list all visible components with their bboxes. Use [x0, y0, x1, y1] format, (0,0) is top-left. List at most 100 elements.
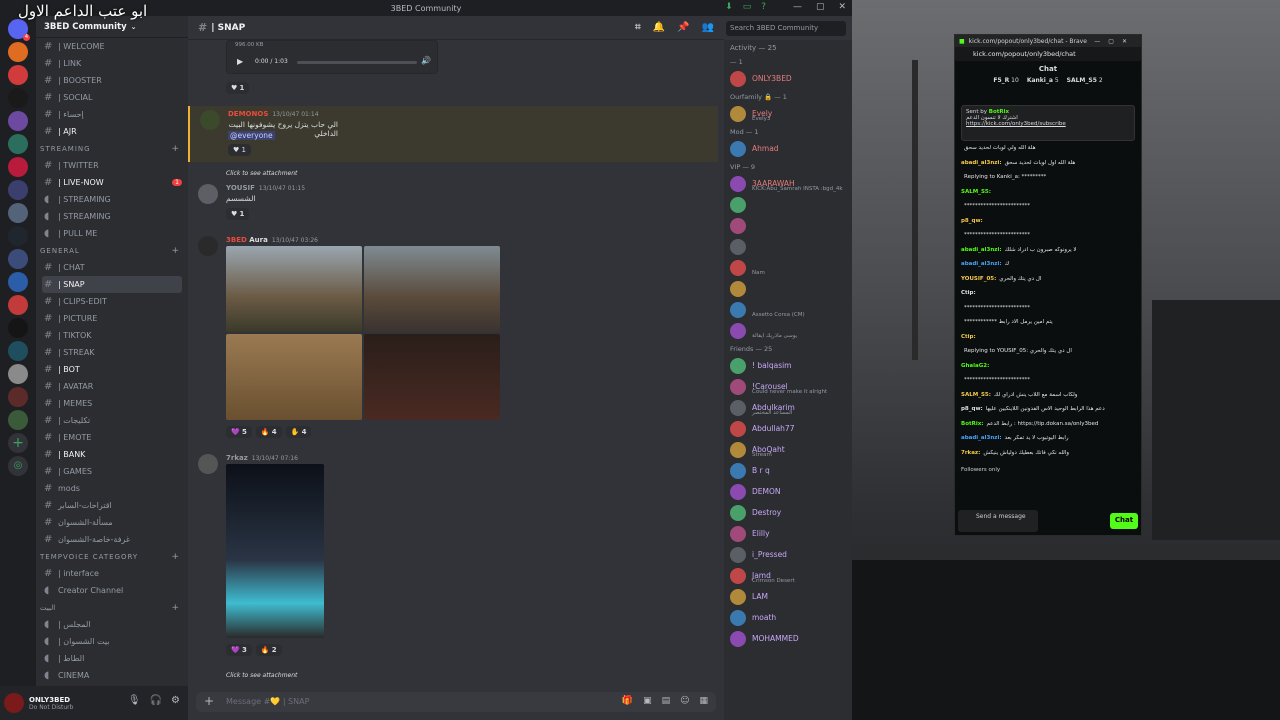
add-attachment-icon[interactable]: + [204, 694, 214, 708]
voice-channel[interactable]: ◖ | STREAMING [36, 191, 188, 208]
server-icon[interactable] [8, 272, 28, 292]
voice-channel[interactable]: ◖ | STREAMING [36, 208, 188, 225]
message-author[interactable]: DEMONOS 13/10/47 01:14 [228, 110, 319, 118]
server-icon[interactable] [8, 65, 28, 85]
subscribe-link[interactable]: https://kick.com/only3bed/subscribe [966, 121, 1130, 127]
channel-category[interactable]: GENERAL + [36, 242, 188, 259]
gift-icon[interactable]: 🎁 [622, 696, 633, 706]
text-channel[interactable]: # | TWITTER [36, 157, 188, 174]
reaction[interactable]: ♥ 1 [228, 144, 251, 156]
voice-channel[interactable]: ◖ CINEMA [36, 667, 188, 684]
headset-icon[interactable]: 🎧 [150, 695, 162, 706]
gif-icon[interactable]: ▣ [643, 696, 652, 706]
text-channel[interactable]: # | تكليجات [36, 412, 188, 429]
supporter[interactable]: F5_R 10 [993, 77, 1018, 101]
text-channel[interactable]: # مسألة-الشسوان [36, 514, 188, 531]
chat-username[interactable]: SALM_S5: [961, 189, 991, 195]
image-attachment[interactable] [226, 246, 362, 332]
avatar[interactable] [198, 184, 218, 204]
server-icon[interactable] [8, 180, 28, 200]
text-channel[interactable]: # mods [36, 480, 188, 497]
member-item[interactable] [724, 215, 852, 236]
apps-icon[interactable]: ▦ [699, 696, 708, 706]
search-input[interactable]: Search 3BED Community [726, 21, 846, 36]
text-channel[interactable]: # | WELCOME [36, 38, 188, 55]
member-item[interactable]: Nam [724, 257, 852, 278]
channel-category[interactable]: البيت + [36, 599, 188, 616]
reply-reference[interactable]: Click to see attachment [226, 672, 297, 679]
chat-username[interactable]: SALM_S5: [961, 392, 991, 398]
channel-category[interactable]: STREAMING + [36, 140, 188, 157]
member-item[interactable]: AboQaht Stream [724, 439, 852, 460]
reaction[interactable]: ✋ 4 [285, 426, 312, 438]
member-item[interactable]: Elilly [724, 523, 852, 544]
update-icon[interactable]: ⬇ [725, 2, 733, 12]
text-channel[interactable]: # | AJR [36, 123, 188, 140]
members-icon[interactable]: 👥 [702, 22, 714, 33]
text-channel[interactable]: # | LINK [36, 55, 188, 72]
minimize-button[interactable]: — [793, 2, 802, 12]
add-server-icon[interactable]: + [8, 433, 28, 453]
text-channel[interactable]: # | SOCIAL [36, 89, 188, 106]
member-item[interactable]: LAM [724, 586, 852, 607]
chat-username[interactable]: Ctip: [961, 334, 976, 340]
member-item[interactable]: Ahmad [724, 138, 852, 159]
chat-username[interactable]: 7rkaz: [961, 450, 980, 456]
audio-attachment[interactable]: 996.00 KB ▶ 0:00 / 1:03 🔊 [226, 40, 438, 74]
member-item[interactable] [724, 236, 852, 257]
member-item[interactable]: Evely Evely3 [724, 103, 852, 124]
text-channel[interactable]: # | TIKTOK [36, 327, 188, 344]
member-item[interactable]: Destroy [724, 502, 852, 523]
supporter[interactable]: Kanki_a 5 [1027, 77, 1059, 101]
reaction[interactable]: ♥ 1 [226, 208, 250, 220]
reaction[interactable]: 🔥 4 [255, 426, 282, 438]
avatar[interactable] [198, 454, 218, 474]
chat-username[interactable]: p8_qw: [961, 406, 983, 412]
member-item[interactable]: !Carousel Could never make it alright [724, 376, 852, 397]
avatar[interactable] [200, 110, 220, 130]
send-chat-button[interactable]: Chat [1110, 513, 1138, 529]
message-composer[interactable]: + Message #💛 | SNAP 🎁 ▣ ▤ ☺ ▦ [196, 692, 716, 712]
text-channel[interactable]: # | STREAK [36, 344, 188, 361]
audio-seek-bar[interactable] [297, 61, 417, 64]
message-author[interactable]: YOUSIF 13/10/47 01:15 [226, 184, 305, 192]
voice-channel[interactable]: ◖ | PULL ME [36, 225, 188, 242]
server-icon[interactable] [8, 295, 28, 315]
discover-icon[interactable]: ◎ [8, 456, 28, 476]
avatar[interactable] [198, 236, 218, 256]
member-item[interactable] [724, 278, 852, 299]
voice-channel[interactable]: ◖ | المجلس [36, 616, 188, 633]
reaction[interactable]: 🔥 2 [255, 644, 282, 656]
text-channel[interactable]: # | LIVE-NOW 1 [36, 174, 188, 191]
voice-channel[interactable]: ◖ Creator Channel [36, 582, 188, 599]
member-item[interactable]: i_Pressed [724, 544, 852, 565]
maximize-button[interactable]: ▢ [816, 2, 825, 12]
text-channel[interactable]: # | AVATAR [36, 378, 188, 395]
server-icon[interactable] [8, 341, 28, 361]
chat-username[interactable]: abadi_al3nzi: [961, 261, 1002, 267]
text-channel[interactable]: # | MEMES [36, 395, 188, 412]
chat-username[interactable]: BotRix: [961, 421, 983, 427]
add-channel-icon[interactable]: + [171, 246, 180, 256]
member-item[interactable]: moath [724, 607, 852, 628]
member-item[interactable]: Abdullah77 [724, 418, 852, 439]
inbox-icon[interactable]: ▭ [743, 2, 752, 12]
image-attachment[interactable] [364, 246, 500, 332]
member-item[interactable]: ONLY3BED [724, 68, 852, 89]
voice-channel[interactable]: ◖ | الطاط [36, 650, 188, 667]
window-controls[interactable]: —▢✕ [1094, 38, 1135, 45]
chat-username[interactable]: Ctip: [961, 290, 976, 296]
text-channel[interactable]: # اقتراحات-السابر [36, 497, 188, 514]
voice-channel[interactable]: ◖ | بيت الشسوان [36, 633, 188, 650]
member-item[interactable] [724, 194, 852, 215]
help-icon[interactable]: ? [761, 2, 766, 12]
text-channel[interactable]: # | CHAT [36, 259, 188, 276]
gear-icon[interactable]: ⚙ [171, 695, 180, 706]
member-item[interactable]: Abdulkarim المساعد المختصر [724, 397, 852, 418]
server-icon[interactable] [8, 134, 28, 154]
member-item[interactable]: Jamd Crimson Desert [724, 565, 852, 586]
member-item[interactable]: 3AARAWAH KICK:Abu_Samrah INSTA :bgd_4k [724, 173, 852, 194]
chat-username[interactable]: YOUSIF_05: [961, 276, 996, 282]
reaction[interactable]: 💜 3 [226, 644, 252, 656]
member-item[interactable]: ! balqasim [724, 355, 852, 376]
